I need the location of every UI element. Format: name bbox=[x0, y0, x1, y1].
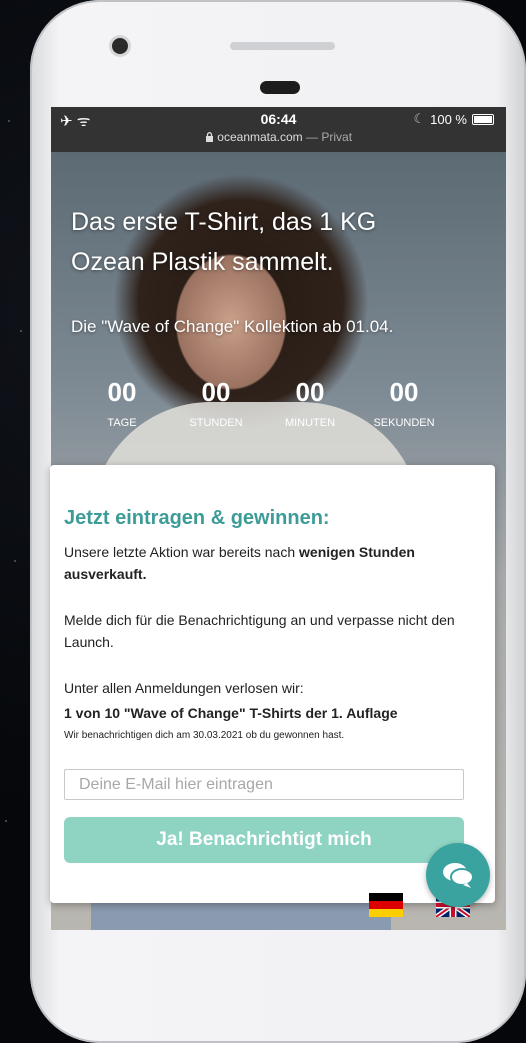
lock-icon bbox=[205, 132, 213, 142]
countdown-minutes: 00 MINUTEN bbox=[263, 375, 357, 429]
signup-text-date: Wir benachrichtigen dich am 30.03.2021 o… bbox=[64, 730, 345, 741]
countdown-value: 00 bbox=[295, 377, 325, 407]
url-text: oceanmata.com bbox=[217, 130, 303, 144]
email-field[interactable] bbox=[64, 769, 464, 800]
url-private-label: — Privat bbox=[302, 130, 353, 144]
signup-text-raffle: Unter allen Anmeldungen verlosen wir: bbox=[64, 680, 304, 696]
countdown-seconds: 00 SEKUNDEN bbox=[357, 375, 451, 429]
earpiece-speaker bbox=[230, 42, 335, 50]
front-camera bbox=[112, 38, 128, 54]
countdown-value: 00 bbox=[201, 377, 231, 407]
signup-card: Jetzt eintragen & gewinnen: Unsere letzt… bbox=[50, 465, 495, 903]
url-bar[interactable]: oceanmata.com — Privat bbox=[51, 130, 506, 144]
chat-bubble-icon bbox=[443, 863, 474, 888]
headline-line-1: Das erste T-Shirt, das 1 KG bbox=[71, 208, 377, 236]
countdown-label: STUNDEN bbox=[189, 417, 243, 429]
countdown-label: MINUTEN bbox=[284, 417, 336, 429]
signup-title: Jetzt eintragen & gewinnen: bbox=[64, 507, 330, 529]
countdown: 00 TAGE 00 STUNDEN 00 MINUTEN 00 SEKUNDE… bbox=[75, 375, 451, 429]
countdown-days: 00 TAGE bbox=[75, 375, 169, 429]
countdown-hours: 00 STUNDEN bbox=[169, 375, 263, 429]
status-bar: ✈ ᯤ 06:44 oceanmata.com — Privat ☾ 100 % bbox=[51, 107, 506, 152]
battery-percent: 100 % bbox=[430, 111, 467, 127]
proximity-sensor bbox=[260, 81, 300, 94]
status-right: ☾ 100 % bbox=[413, 111, 494, 127]
signup-text-notify: Melde dich für die Benachrichtigung an u… bbox=[64, 612, 455, 650]
moon-icon: ☾ bbox=[413, 111, 426, 126]
hero-subline: Die "Wave of Change" Kollektion ab 01.04… bbox=[71, 317, 394, 336]
chat-button[interactable] bbox=[426, 843, 490, 907]
notify-button[interactable]: Ja! Benachrichtigt mich bbox=[64, 817, 464, 863]
signup-text-prize: 1 von 10 "Wave of Change" T-Shirts der 1… bbox=[64, 705, 398, 721]
hero-headline: Das erste T-Shirt, das 1 KG Ozean Plasti… bbox=[71, 202, 491, 282]
sold-out-text: Unsere letzte Aktion war bereits nach bbox=[64, 544, 300, 560]
countdown-value: 00 bbox=[389, 377, 419, 407]
countdown-label: SEKUNDEN bbox=[373, 417, 435, 429]
countdown-value: 00 bbox=[107, 377, 137, 407]
battery-icon bbox=[472, 113, 494, 125]
headline-line-2: Ozean Plastik sammelt. bbox=[71, 248, 334, 276]
signup-text-sold-out: Unsere letzte Aktion war bereits nach we… bbox=[64, 541, 481, 585]
german-flag-icon[interactable] bbox=[369, 893, 403, 917]
countdown-label: TAGE bbox=[107, 417, 137, 429]
